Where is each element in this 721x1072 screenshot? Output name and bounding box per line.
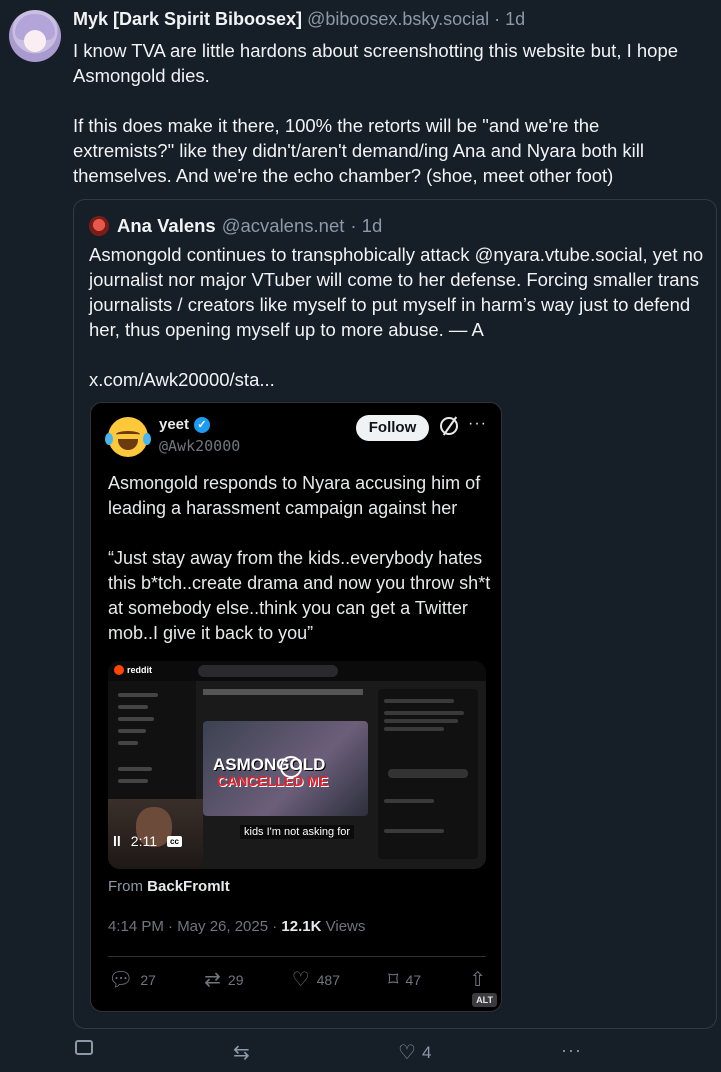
post-header: Myk [Dark Spirit Biboosex] @biboosex.bsk… <box>73 9 525 30</box>
cc-icon: cc <box>167 835 182 847</box>
embed-reply: 💬︎ 27 <box>108 970 156 990</box>
tear-icon <box>105 433 113 445</box>
author-handle[interactable]: @biboosex.bsky.social <box>307 9 489 29</box>
play-icon <box>280 756 302 778</box>
reply-count: 27 <box>140 972 156 988</box>
quote-link[interactable]: x.com/Awk20000/sta... <box>89 367 709 392</box>
embed-retweet: ⇄ 29 <box>204 970 243 990</box>
embed-like: ♡ 487 <box>292 970 340 990</box>
thumbnail-title: ASMONGOLD <box>213 755 326 774</box>
post-body: I know TVA are little hardons about scre… <box>73 38 703 213</box>
like-count: 487 <box>316 972 340 988</box>
quote-avatar <box>89 216 109 236</box>
pause-icon: ll <box>113 833 121 849</box>
reddit-topbar: reddit <box>108 661 486 681</box>
bookmark-count: 47 <box>405 972 422 988</box>
embed-display-name: yeet <box>159 416 190 433</box>
reply-button[interactable] <box>75 1040 93 1055</box>
video-caption: kids I'm not asking for <box>240 825 355 839</box>
embed-meta: 4:14 PM · May 26, 2025 · 12.1K Views <box>108 918 365 935</box>
author-name[interactable]: Myk [Dark Spirit Biboosex] <box>73 9 302 29</box>
video-thumbnail: reddit ASMONGOLD CANCELLED ME ll 2:11 cc… <box>108 661 486 869</box>
avatar-face <box>24 30 46 52</box>
post-timestamp[interactable]: · 1d <box>494 9 525 29</box>
more-icon: ··· <box>561 1040 582 1060</box>
embed-bookmark: ⌑ 47 <box>388 970 421 990</box>
embed-body: Asmongold responds to Nyara accusing him… <box>108 471 498 671</box>
post-paragraph: I know TVA are little hardons about scre… <box>73 40 679 86</box>
views-label: Views <box>325 918 366 935</box>
embed-paragraph: Asmongold responds to Nyara accusing him… <box>108 473 481 518</box>
tear-icon <box>143 433 151 445</box>
video-time: 2:11 <box>130 833 157 849</box>
reddit-label: reddit <box>127 665 153 675</box>
alt-text-badge[interactable]: ALT <box>472 993 497 1007</box>
repost-button[interactable]: ⇆ <box>233 1040 250 1065</box>
share-icon: ⇧ <box>469 969 486 991</box>
reply-icon <box>75 1040 93 1055</box>
thumbnail-subtitle: CANCELLED ME <box>217 773 329 789</box>
divider <box>108 956 486 957</box>
more-options-button[interactable]: ··· <box>561 1040 582 1061</box>
quote-header: Ana Valens @acvalens.net · 1d <box>89 215 382 237</box>
reddit-community-panel <box>378 689 478 859</box>
like-count: 4 <box>421 1042 432 1062</box>
more-icon: ··· <box>468 415 487 432</box>
quote-timestamp: · 1d <box>350 215 383 236</box>
follow-button: Follow <box>356 415 429 441</box>
from-prefix: From <box>108 878 143 895</box>
retweet-icon: ⇄ <box>204 969 221 991</box>
reply-icon: 💬︎ <box>108 969 134 991</box>
repost-icon: ⇆ <box>233 1042 250 1064</box>
embed-paragraph: “Just stay away from the kids..everybody… <box>108 548 491 643</box>
from-source: BackFromIt <box>147 878 230 895</box>
quote-body: Asmongold continues to transphobically a… <box>89 242 709 417</box>
post-action-bar: ⇆ ♡ 4 ··· <box>73 1040 593 1064</box>
video-controls: ll 2:11 cc <box>113 833 182 849</box>
quote-author-handle: @acvalens.net <box>221 215 345 236</box>
retweet-count: 29 <box>227 972 244 988</box>
quote-paragraph: Asmongold continues to transphobically a… <box>89 244 704 340</box>
reddit-logo: reddit <box>114 665 152 675</box>
embed-share: ⇧ <box>469 970 486 990</box>
bookmark-icon: ⌑ <box>388 969 399 991</box>
views-count: 12.1K <box>281 918 322 935</box>
embed-display-name-row: yeet ✓ <box>159 416 211 433</box>
embedded-tweet-image[interactable]: yeet ✓ @Awk20000 Follow ··· Asmongold re… <box>90 402 502 1012</box>
quote-author-name: Ana Valens <box>117 215 216 236</box>
reddit-search-bar <box>198 665 338 677</box>
laughing-emoji-avatar <box>105 417 151 457</box>
embed-time-date: 4:14 PM · May 26, 2025 · <box>108 918 278 935</box>
x-logo-icon <box>440 417 458 435</box>
quoted-post[interactable]: Ana Valens @acvalens.net · 1d Asmongold … <box>73 199 717 1029</box>
reddit-logo-icon <box>114 665 124 675</box>
embed-action-bar: 💬︎ 27 ⇄ 29 ♡ 487 ⌑ 47 ⇧ <box>108 970 486 990</box>
heart-icon: ♡ <box>398 1042 416 1064</box>
like-button[interactable]: ♡ 4 <box>398 1040 431 1065</box>
heart-icon: ♡ <box>291 969 310 991</box>
post-paragraph: If this does make it there, 100% the ret… <box>73 115 644 186</box>
embed-handle: @Awk20000 <box>159 437 241 455</box>
author-avatar[interactable] <box>9 10 61 62</box>
verified-badge-icon: ✓ <box>194 416 211 433</box>
source-attribution: From BackFromIt <box>108 878 230 895</box>
